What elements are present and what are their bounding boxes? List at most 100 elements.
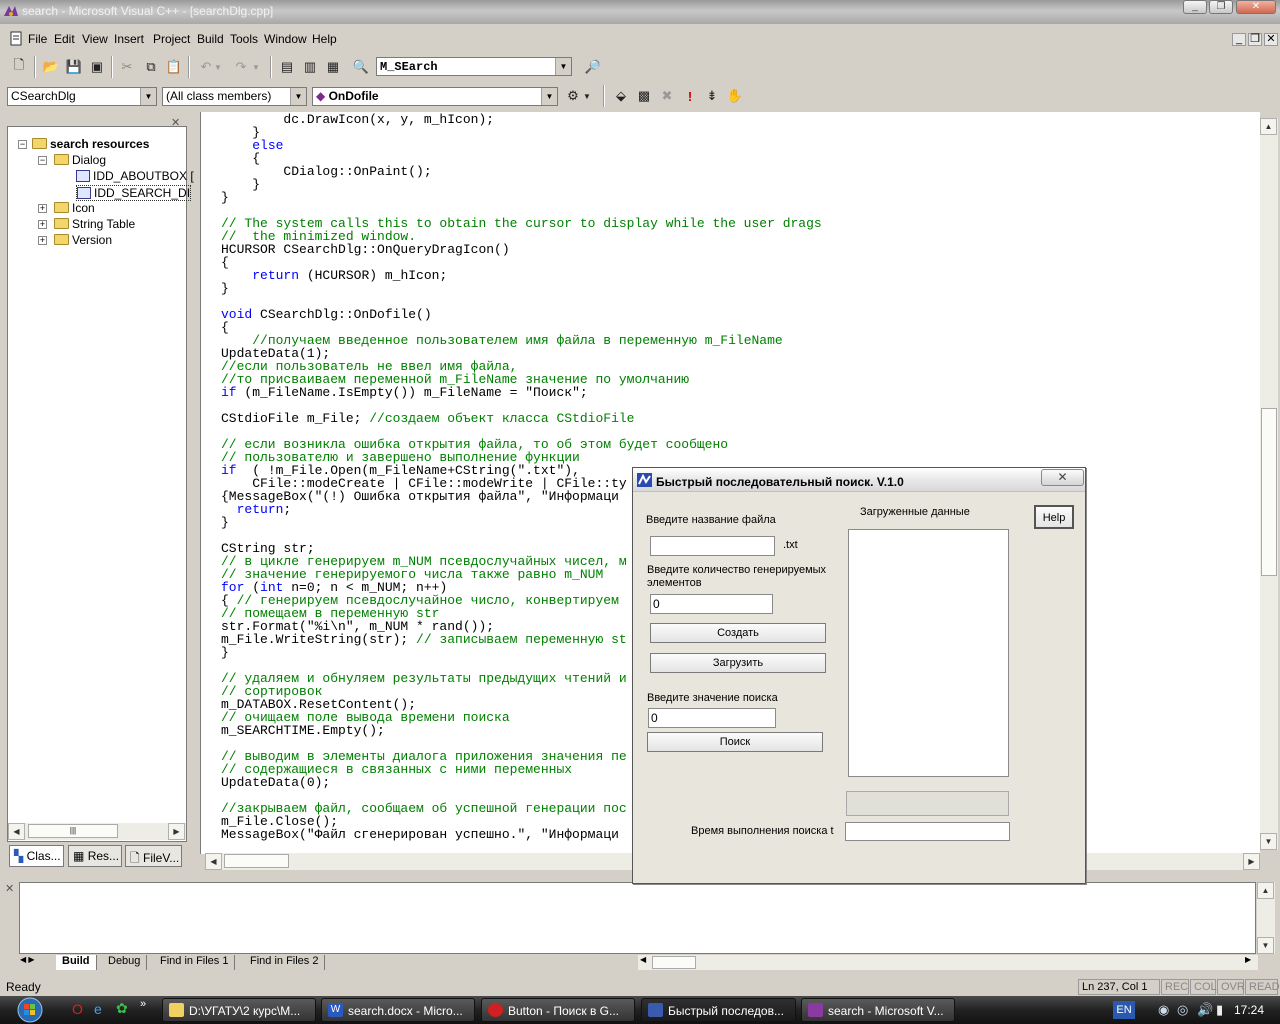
go-icon[interactable]: ⇟	[701, 85, 723, 107]
tree-string-table-folder[interactable]: String Table	[54, 217, 135, 231]
tab-debug[interactable]: Debug	[102, 955, 148, 970]
dialog-title-bar[interactable]: Быстрый последовательный поиск. V.1.0 ✕	[633, 468, 1085, 492]
tab-file-view[interactable]: 🗋 FileV...	[125, 845, 183, 867]
workspace-horizontal-scrollbar[interactable]: ◀ ||| ▶	[8, 823, 186, 840]
task-search-dialog[interactable]: Быстрый последов...	[641, 998, 796, 1022]
task-word[interactable]: Wsearch.docx - Micro...	[321, 998, 475, 1022]
scroll-right-icon[interactable]: ▶	[168, 823, 185, 840]
scroll-left-icon[interactable]: ◀	[8, 823, 25, 840]
menu-view[interactable]: View	[82, 32, 108, 46]
redo-icon[interactable]: ↷	[230, 56, 252, 78]
tree-item-search-dialog[interactable]: IDD_SEARCH_DI	[76, 185, 192, 201]
chevron-down-icon[interactable]: ▼	[555, 58, 571, 75]
task-explorer[interactable]: D:\УГАТУ\2 курс\М...	[162, 998, 316, 1022]
menu-tools[interactable]: Tools	[230, 32, 258, 46]
close-button[interactable]: ✕	[1236, 0, 1276, 14]
task-opera[interactable]: Button - Поиск в G...	[481, 998, 635, 1022]
scroll-up-icon[interactable]: ▲	[1257, 882, 1274, 899]
tree-root[interactable]: search resources	[32, 137, 149, 151]
scroll-left-icon[interactable]: ◀	[20, 955, 26, 964]
tab-class-view[interactable]: ▚ Clas...	[9, 845, 64, 867]
filter-combo[interactable]: (All class members) ▼	[162, 87, 307, 106]
open-folder-icon[interactable]: 📂	[40, 56, 62, 78]
scroll-thumb[interactable]: |||	[28, 824, 118, 838]
search-button[interactable]: Поиск	[647, 732, 823, 752]
search-value-input[interactable]	[648, 708, 776, 728]
tree-item-aboutbox[interactable]: IDD_ABOUTBOX [	[76, 169, 194, 183]
opera-icon[interactable]: O	[72, 1001, 83, 1017]
output-tab-scroll[interactable]: ◀ ▶	[20, 955, 50, 970]
mdi-minimize-button[interactable]: _	[1232, 33, 1246, 46]
language-indicator[interactable]: EN	[1113, 1001, 1135, 1019]
tree-version-folder[interactable]: Version	[54, 233, 112, 247]
breakpoint-hand-icon[interactable]: ✋	[724, 85, 746, 107]
menu-edit[interactable]: Edit	[54, 32, 75, 46]
create-button[interactable]: Создать	[650, 623, 826, 643]
member-combo[interactable]: ◆ OnDofile ▼	[312, 87, 558, 106]
sync-icon[interactable]: ◎	[1177, 1002, 1188, 1018]
tab-build[interactable]: Build	[56, 955, 97, 970]
find-icon[interactable]: 🔎	[582, 56, 604, 78]
scroll-right-icon[interactable]: ▶	[28, 955, 34, 964]
copy-icon[interactable]: ⧉	[140, 56, 162, 78]
power-icon[interactable]: ▮	[1216, 1002, 1223, 1018]
workspace-icon[interactable]: ▤	[276, 56, 298, 78]
mdi-restore-button[interactable]: ❐	[1248, 33, 1262, 46]
restore-button[interactable]: ❐	[1209, 0, 1233, 14]
wizard-dropdown-icon[interactable]: ▼	[580, 85, 594, 107]
output-vertical-scrollbar[interactable]: ▲ ▼	[1257, 882, 1275, 954]
new-file-icon[interactable]: 🗋	[8, 56, 30, 78]
output-panel[interactable]	[19, 882, 1256, 954]
collapse-icon[interactable]: −	[18, 140, 27, 149]
menu-build[interactable]: Build	[197, 32, 224, 46]
expand-icon[interactable]: +	[38, 220, 47, 229]
output-icon[interactable]: ▥	[299, 56, 321, 78]
scroll-thumb[interactable]	[1261, 408, 1277, 576]
save-icon[interactable]: 💾	[63, 56, 85, 78]
execute-icon[interactable]: !	[679, 85, 701, 107]
build-icon[interactable]: ▩	[633, 85, 655, 107]
save-all-icon[interactable]: ▣	[86, 56, 108, 78]
tab-find-in-files-1[interactable]: Find in Files 1	[154, 955, 236, 970]
paste-icon[interactable]: 📋	[163, 56, 185, 78]
icq-icon[interactable]: ✿	[116, 1000, 128, 1017]
load-button[interactable]: Загрузить	[650, 653, 826, 673]
search-time-output[interactable]	[845, 822, 1010, 841]
undo-dropdown-icon[interactable]: ▼	[212, 56, 224, 78]
class-combo[interactable]: CSearchDlg ▼	[7, 87, 157, 106]
scroll-thumb[interactable]	[652, 956, 696, 969]
editor-vertical-scrollbar[interactable]: ▲ ▼	[1260, 118, 1278, 850]
mdi-close-button[interactable]: ✕	[1264, 33, 1278, 46]
scroll-down-icon[interactable]: ▼	[1257, 937, 1274, 954]
chevron-down-icon[interactable]: ▼	[290, 88, 306, 105]
help-button[interactable]: Help	[1034, 505, 1074, 529]
output-close-icon[interactable]: ✕	[5, 882, 14, 895]
scroll-thumb[interactable]	[224, 854, 289, 868]
tree-dialog-folder[interactable]: Dialog	[54, 153, 106, 167]
file-name-input[interactable]	[650, 536, 775, 556]
window-list-icon[interactable]: ▦	[322, 56, 344, 78]
volume-icon[interactable]: 🔊	[1197, 1002, 1213, 1018]
tab-find-in-files-2[interactable]: Find in Files 2	[244, 955, 326, 970]
count-input[interactable]	[650, 594, 773, 614]
menu-project[interactable]: Project	[153, 32, 190, 46]
scroll-left-icon[interactable]: ◀	[640, 955, 646, 964]
chevron-down-icon[interactable]: ▼	[140, 88, 156, 105]
scroll-right-icon[interactable]: ▶	[1245, 955, 1251, 964]
quick-launch-more-icon[interactable]: »	[140, 998, 146, 1010]
chevron-down-icon[interactable]: ▼	[541, 88, 557, 105]
find-combo[interactable]: M_SEarch ▼	[376, 57, 572, 76]
start-button[interactable]	[2, 996, 48, 1024]
ie-icon[interactable]: e	[94, 1001, 102, 1017]
menu-file[interactable]: File	[28, 32, 47, 46]
menu-help[interactable]: Help	[312, 32, 337, 46]
compile-icon[interactable]: ⬙	[610, 85, 632, 107]
expand-icon[interactable]: +	[38, 204, 47, 213]
menu-insert[interactable]: Insert	[114, 32, 144, 46]
loaded-data-listbox[interactable]	[848, 529, 1009, 777]
scroll-right-icon[interactable]: ▶	[1243, 853, 1260, 870]
scroll-up-icon[interactable]: ▲	[1260, 118, 1277, 135]
output-horizontal-scrollbar[interactable]: ◀ ▶	[638, 955, 1258, 970]
network-icon[interactable]: ◉	[1158, 1002, 1169, 1018]
tab-resource-view[interactable]: ▦ Res...	[68, 845, 123, 867]
